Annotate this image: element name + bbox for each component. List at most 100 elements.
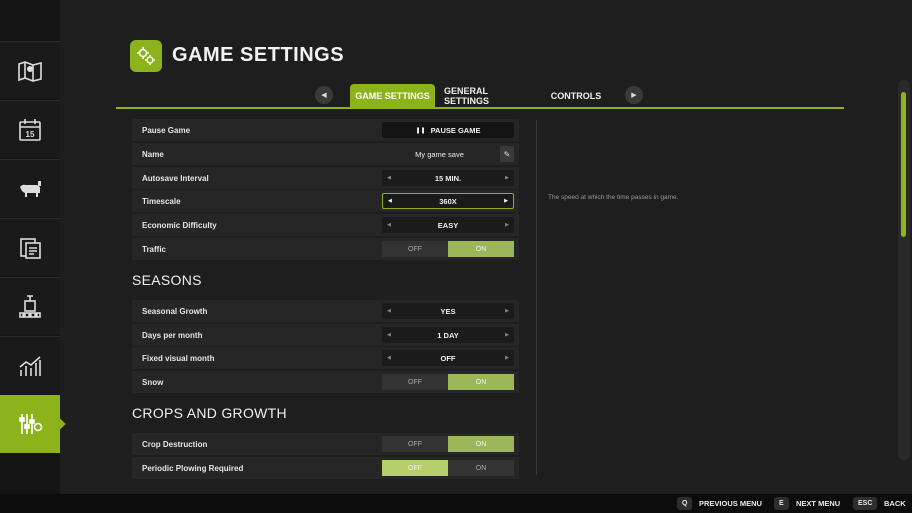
contracts-icon — [20, 237, 41, 259]
setting-label: Seasonal Growth — [142, 306, 208, 316]
key-esc-badge[interactable]: ESC — [853, 497, 878, 510]
toggle-off[interactable]: OFF — [382, 374, 448, 390]
sidebar-item-calendar[interactable]: 15 — [0, 100, 60, 158]
next-menu-label[interactable]: NEXT MENU — [796, 499, 840, 508]
arrow-left-icon[interactable]: ◀ — [388, 198, 392, 204]
arrow-right-icon[interactable]: ▶ — [505, 175, 509, 181]
snow-toggle[interactable]: OFF ON — [382, 374, 514, 390]
toggle-on[interactable]: ON — [448, 436, 514, 452]
setting-row-pause-game: Pause Game ❚❚ PAUSE GAME — [132, 119, 519, 141]
panel-divider — [536, 120, 537, 475]
setting-description: The speed at which the time passes in ga… — [548, 194, 679, 201]
pause-game-button[interactable]: ❚❚ PAUSE GAME — [382, 122, 514, 138]
fixed-visual-month-selector[interactable]: ◀ OFF ▶ — [382, 350, 514, 366]
selector-value: YES — [440, 306, 456, 316]
toggle-off[interactable]: OFF — [382, 241, 448, 257]
arrow-left-icon[interactable]: ◀ — [387, 332, 391, 338]
arrow-right-icon[interactable]: ▶ — [505, 222, 509, 228]
selector-value: 360X — [439, 196, 457, 206]
tab-prev-button[interactable]: ◀ — [315, 86, 333, 104]
pencil-icon: ✎ — [503, 149, 511, 159]
setting-row-fixed-visual-month: Fixed visual month ◀ OFF ▶ — [132, 347, 519, 369]
animals-icon — [20, 180, 41, 197]
setting-label: Fixed visual month — [142, 353, 215, 363]
tab-controls[interactable]: CONTROLS — [546, 84, 606, 108]
setting-label: Periodic Plowing Required — [142, 463, 244, 473]
sidebar: 15 — [0, 0, 60, 494]
calendar-icon: 15 — [19, 118, 41, 141]
arrow-right-icon[interactable]: ▶ — [505, 355, 509, 361]
timescale-selector[interactable]: ◀ 360X ▶ — [382, 193, 514, 209]
key-e-badge[interactable]: E — [774, 497, 789, 510]
scrollbar-thumb[interactable] — [901, 92, 906, 237]
sidebar-item-production[interactable] — [0, 277, 60, 335]
setting-row-name: Name My game save ✎ — [132, 143, 519, 165]
setting-row-timescale: Timescale ◀ 360X ▶ — [132, 190, 519, 212]
setting-row-difficulty: Economic Difficulty ◀ EASY ▶ — [132, 214, 519, 236]
setting-row-periodic-plowing: Periodic Plowing Required OFF ON — [132, 457, 519, 479]
setting-row-seasonal-growth: Seasonal Growth ◀ YES ▶ — [132, 300, 519, 322]
setting-row-traffic: Traffic OFF ON — [132, 238, 519, 260]
tab-next-button[interactable]: ▶ — [625, 86, 643, 104]
sidebar-item-settings[interactable] — [0, 395, 60, 453]
save-name-field[interactable]: My game save — [382, 146, 497, 162]
sidebar-item-contracts[interactable] — [0, 218, 60, 276]
arrow-right-icon[interactable]: ▶ — [505, 308, 509, 314]
periodic-plowing-toggle[interactable]: OFF ON — [382, 460, 514, 476]
pause-game-button-label: PAUSE GAME — [430, 125, 481, 135]
sidebar-item-statistics[interactable] — [0, 336, 60, 394]
toggle-on[interactable]: ON — [448, 460, 514, 476]
traffic-toggle[interactable]: OFF ON — [382, 241, 514, 257]
setting-label: Autosave Interval — [142, 173, 209, 183]
statistics-icon — [19, 355, 41, 376]
tab-general-settings[interactable]: GENERAL SETTINGS — [444, 84, 534, 108]
setting-label: Snow — [142, 377, 164, 387]
setting-label: Crop Destruction — [142, 439, 208, 449]
selector-value: EASY — [437, 220, 459, 230]
setting-label: Economic Difficulty — [142, 220, 217, 230]
map-icon — [18, 60, 42, 82]
selector-value: 1 DAY — [437, 330, 459, 340]
pause-icon: ❚❚ — [415, 127, 426, 134]
setting-row-crop-destruction: Crop Destruction OFF ON — [132, 433, 519, 455]
settings-icon — [19, 414, 43, 434]
arrow-left-icon[interactable]: ◀ — [387, 308, 391, 314]
back-label[interactable]: BACK — [884, 499, 906, 508]
setting-label: Timescale — [142, 196, 181, 206]
arrow-right-icon[interactable]: ▶ — [504, 198, 508, 204]
selector-value: OFF — [440, 353, 456, 363]
production-icon — [19, 294, 41, 318]
setting-label: Name — [142, 149, 164, 159]
setting-label: Traffic — [142, 244, 167, 254]
setting-label: Days per month — [142, 330, 203, 340]
seasonal-growth-selector[interactable]: ◀ YES ▶ — [382, 303, 514, 319]
autosave-selector[interactable]: ◀ 15 MIN. ▶ — [382, 170, 514, 186]
days-per-month-selector[interactable]: ◀ 1 DAY ▶ — [382, 327, 514, 343]
crop-destruction-toggle[interactable]: OFF ON — [382, 436, 514, 452]
arrow-left-icon[interactable]: ◀ — [387, 222, 391, 228]
arrow-left-icon[interactable]: ◀ — [387, 175, 391, 181]
arrow-right-icon[interactable]: ▶ — [505, 332, 509, 338]
setting-label: Pause Game — [142, 125, 191, 135]
page-title: GAME SETTINGS — [172, 44, 345, 66]
svg-text:15: 15 — [26, 130, 35, 139]
previous-menu-label[interactable]: PREVIOUS MENU — [699, 499, 762, 508]
sidebar-item-map[interactable] — [0, 41, 60, 99]
setting-row-snow: Snow OFF ON — [132, 371, 519, 393]
toggle-off[interactable]: OFF — [382, 436, 448, 452]
gears-icon — [130, 40, 162, 72]
difficulty-selector[interactable]: ◀ EASY ▶ — [382, 217, 514, 233]
toggle-on[interactable]: ON — [448, 374, 514, 390]
tab-game-settings[interactable]: GAME SETTINGS — [350, 84, 435, 108]
toggle-off[interactable]: OFF — [382, 460, 448, 476]
selector-value: 15 MIN. — [434, 173, 462, 183]
arrow-left-icon[interactable]: ◀ — [387, 355, 391, 361]
sidebar-item-animals[interactable] — [0, 159, 60, 217]
tab-underline — [116, 107, 844, 109]
section-title-crops: CROPS AND GROWTH — [132, 405, 287, 421]
edit-name-button[interactable]: ✎ — [500, 146, 514, 162]
key-q-badge[interactable]: Q — [677, 497, 693, 510]
toggle-on[interactable]: ON — [448, 241, 514, 257]
setting-row-autosave: Autosave Interval ◀ 15 MIN. ▶ — [132, 167, 519, 189]
setting-row-days-per-month: Days per month ◀ 1 DAY ▶ — [132, 324, 519, 346]
